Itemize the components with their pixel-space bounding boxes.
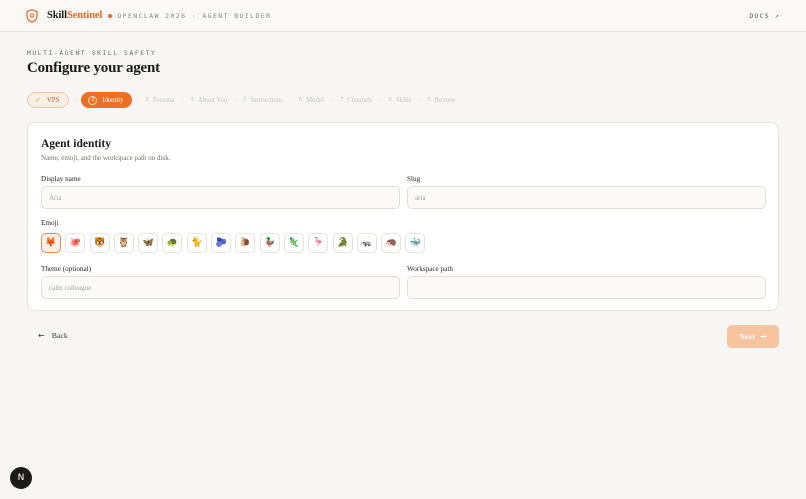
- workspace-path-input[interactable]: [407, 276, 766, 299]
- agent-identity-card: Agent identity Name, emoji, and the work…: [27, 122, 779, 311]
- emoji-option-turtle[interactable]: 🐢: [162, 233, 183, 253]
- emoji-option-tiger[interactable]: 🐯: [89, 233, 110, 253]
- arrow-left-icon: ←: [38, 331, 45, 340]
- emoji-option-flamingo[interactable]: 🦩: [308, 233, 329, 253]
- step-label: Persona: [152, 96, 175, 104]
- step-identity[interactable]: 2 Identity: [81, 92, 132, 108]
- step-label: Review: [434, 96, 456, 104]
- emoji-option-snail[interactable]: 🐌: [235, 233, 256, 253]
- step-separator: ·: [74, 96, 77, 104]
- step-separator: ·: [379, 96, 382, 104]
- step-label: About You: [197, 96, 228, 104]
- step-skills[interactable]: 8 Skills: [387, 92, 414, 108]
- emoji-option-lizard[interactable]: 🦎: [283, 233, 304, 253]
- step-label: Channels: [347, 96, 373, 104]
- step-label: Identity: [102, 96, 124, 104]
- emoji-option-whale[interactable]: 🐳: [405, 233, 426, 253]
- card-title: Agent identity: [41, 138, 111, 150]
- workspace-path-label: Workspace path: [407, 265, 453, 273]
- step-number: 6: [298, 97, 303, 103]
- check-icon: ✓: [35, 96, 41, 104]
- emoji-option-octopus[interactable]: 🐙: [65, 233, 86, 253]
- emoji-option-owl[interactable]: 🦉: [113, 233, 134, 253]
- arrow-right-icon: →: [759, 332, 767, 341]
- step-separator: ·: [418, 96, 421, 104]
- emoji-label: Emoji: [41, 219, 59, 227]
- slug-input[interactable]: aria: [407, 186, 766, 209]
- page-title: Configure your agent: [27, 60, 160, 76]
- step-channels[interactable]: 7 Channels: [338, 92, 375, 108]
- emoji-option-hedgehog[interactable]: 🦔: [381, 233, 402, 253]
- step-review[interactable]: 9 Review: [425, 92, 457, 108]
- slug-label: Slug: [407, 175, 421, 183]
- step-label: Model: [306, 96, 324, 104]
- brand-name-first: Skill: [47, 10, 67, 21]
- step-separator: ·: [289, 96, 292, 104]
- display-name-label: Display name: [41, 175, 81, 183]
- step-vps[interactable]: ✓ VPS: [27, 92, 70, 108]
- card-subtitle: Name, emoji, and the workspace path on d…: [41, 154, 171, 162]
- step-persona[interactable]: 3 Persona: [144, 92, 177, 108]
- display-name-input[interactable]: Aria: [41, 186, 400, 209]
- brand-name[interactable]: SkillSentinel: [47, 10, 102, 21]
- top-bar: SkillSentinel OPENCLAW 2026 · AGENT BUIL…: [0, 0, 806, 32]
- brand-name-second: Sentinel: [66, 10, 103, 21]
- theme-input[interactable]: calm colleague: [41, 276, 400, 299]
- step-number: 4: [190, 97, 194, 103]
- dev-tools-button[interactable]: N: [10, 467, 32, 489]
- step-separator: ·: [234, 96, 237, 104]
- next-button[interactable]: Next →: [727, 325, 779, 348]
- emoji-option-crocodile[interactable]: 🐊: [332, 233, 353, 253]
- step-about-you[interactable]: 4 About You: [188, 92, 229, 108]
- step-label: VPS: [46, 96, 60, 104]
- step-label: Skills: [395, 96, 412, 104]
- brand-dot: [108, 13, 113, 18]
- step-number: 5: [243, 97, 247, 103]
- back-label: Back: [51, 331, 68, 340]
- step-number: 2: [88, 95, 98, 105]
- step-progress: ✓ VPS · 2 Identity · 3 Persona · 4 About…: [27, 92, 458, 108]
- theme-label: Theme (optional): [41, 265, 92, 273]
- step-number: 8: [388, 97, 392, 103]
- step-number: 9: [427, 97, 431, 103]
- step-label: Instructions: [250, 96, 283, 104]
- step-model[interactable]: 6 Model: [297, 92, 326, 108]
- next-label: Next: [739, 332, 755, 341]
- emoji-option-badger[interactable]: 🦡: [356, 233, 377, 253]
- docs-link[interactable]: DOCS ↗: [749, 12, 780, 20]
- emoji-option-fox[interactable]: 🦊: [41, 233, 61, 253]
- emoji-picker: 🦊 🐙 🐯 🦉 🦋 🐢 🐈 🫐 🐌 🦆 🦎 🦩 🐊 🦡 🦔 🐳: [41, 233, 430, 253]
- emoji-option-cat[interactable]: 🐈: [186, 233, 207, 253]
- back-button[interactable]: ← Back: [38, 331, 68, 340]
- page-eyebrow: MULTI-AGENT SKILL SAFETY: [27, 50, 157, 57]
- step-separator: ·: [136, 96, 139, 104]
- step-number: 7: [339, 97, 344, 103]
- emoji-option-butterfly[interactable]: 🦋: [138, 233, 159, 253]
- step-separator: ·: [181, 96, 184, 104]
- shield-logo-icon[interactable]: [26, 8, 40, 24]
- breadcrumb: OPENCLAW 2026 · AGENT BUILDER: [117, 11, 272, 20]
- emoji-option-duck[interactable]: 🦆: [259, 233, 280, 253]
- step-separator: ·: [330, 96, 334, 104]
- emoji-option-blueberry[interactable]: 🫐: [211, 233, 232, 253]
- step-instructions[interactable]: 5 Instructions: [241, 92, 284, 108]
- step-number: 3: [145, 97, 149, 103]
